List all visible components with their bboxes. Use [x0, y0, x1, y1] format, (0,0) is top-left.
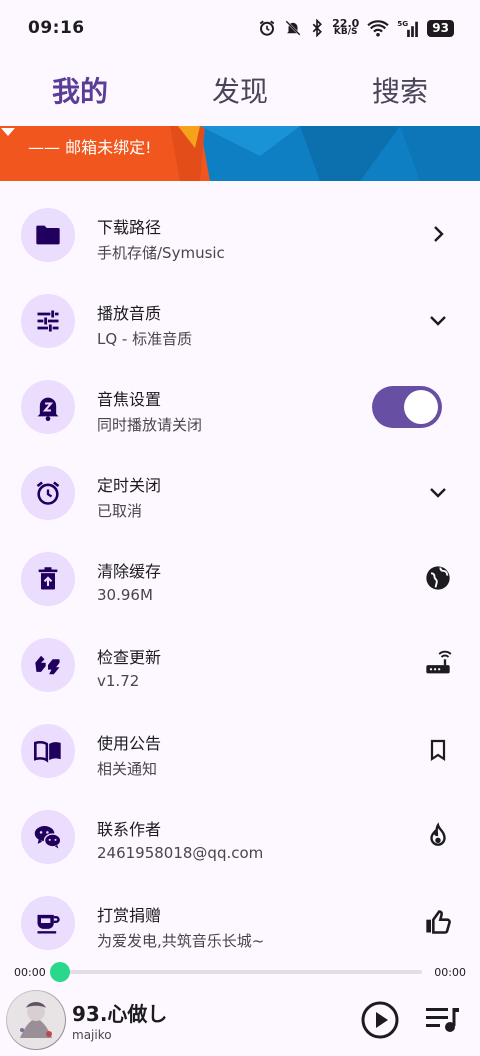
- setting-title: 清除缓存: [97, 562, 162, 581]
- setting-download-path[interactable]: 下载路径 手机存储/Symusic: [0, 190, 480, 276]
- setting-play-quality[interactable]: 播放音质 LQ - 标准音质: [0, 276, 480, 362]
- progress-thumb[interactable]: [50, 962, 70, 982]
- banner-text: —— 邮箱未绑定!: [28, 138, 152, 157]
- total-time: 00:00: [434, 966, 466, 979]
- thumb-up-icon: [426, 910, 451, 934]
- tab-mine[interactable]: 我的: [0, 62, 160, 118]
- setting-title: 检查更新: [97, 648, 162, 667]
- progress-track[interactable]: [58, 970, 422, 974]
- setting-contact-author[interactable]: 联系作者 2461958018@qq.com: [0, 792, 480, 878]
- bell-z-icon: [37, 397, 59, 421]
- delete-restore-icon: [38, 567, 58, 590]
- chevron-right-icon: [434, 226, 444, 242]
- play-icon[interactable]: [360, 1000, 400, 1040]
- setting-subtitle: 同时播放请关闭: [97, 416, 203, 434]
- folder-icon: [36, 225, 60, 245]
- icon-circle: [21, 380, 75, 434]
- wechat-icon: [34, 826, 62, 849]
- icon-circle: [21, 896, 75, 950]
- status-time: 09:16: [28, 18, 85, 38]
- book-icon: [34, 740, 61, 763]
- setting-donate[interactable]: 打赏捐赠 为爱发电,共筑音乐长城~: [0, 878, 480, 964]
- alarm-status-icon: [259, 20, 275, 36]
- svg-text:5G: 5G: [397, 19, 408, 28]
- icon-circle: [21, 466, 75, 520]
- current-time: 00:00: [14, 966, 46, 979]
- setting-subtitle: 2461958018@qq.com: [97, 844, 264, 862]
- setting-title: 打赏捐赠: [97, 906, 162, 925]
- album-art: [7, 991, 65, 1049]
- signal-icon: 5G: [397, 19, 419, 37]
- tab-search[interactable]: 搜索: [320, 62, 480, 118]
- net-speed: 22.0 KB/S: [332, 17, 360, 37]
- setting-title: 音焦设置: [97, 390, 162, 409]
- song-title: 93.心做し: [72, 1002, 168, 1026]
- icon-circle: [21, 208, 75, 262]
- setting-subtitle: 30.96M: [97, 586, 153, 604]
- coffee-icon: [37, 914, 60, 934]
- trailing[interactable]: [424, 478, 452, 506]
- icon-circle: [21, 638, 75, 692]
- top-tabs: 我的 发现 搜索: [0, 62, 480, 118]
- icon-circle: [21, 552, 75, 606]
- setting-subtitle: LQ - 标准音质: [97, 330, 193, 348]
- tab-discover[interactable]: 发现: [160, 62, 320, 118]
- router-icon: [426, 650, 452, 674]
- trailing[interactable]: [424, 908, 452, 936]
- icon-circle: [21, 724, 75, 778]
- battery-indicator: 93: [427, 19, 454, 37]
- dropdown-triangle-icon[interactable]: [0, 126, 16, 138]
- icon-circle: [21, 810, 75, 864]
- setting-subtitle: v1.72: [97, 672, 140, 690]
- setting-title: 下载路径: [97, 218, 162, 237]
- setting-subtitle: 已取消: [97, 502, 143, 520]
- audio-focus-toggle[interactable]: [372, 386, 442, 428]
- artist-name: majiko: [72, 1028, 112, 1042]
- tune-icon: [37, 310, 59, 332]
- album-cover[interactable]: [6, 990, 66, 1050]
- trailing[interactable]: [424, 564, 452, 592]
- playback-progress: 00:00 00:00: [0, 960, 480, 984]
- setting-subtitle: 相关通知: [97, 760, 158, 778]
- setting-title: 使用公告: [97, 734, 162, 753]
- setting-title: 定时关闭: [97, 476, 162, 495]
- trailing[interactable]: [424, 650, 452, 678]
- setting-subtitle: 为爱发电,共筑音乐长城~: [97, 932, 265, 950]
- chevron-down-icon: [430, 316, 446, 326]
- bluetooth-icon: [312, 19, 323, 37]
- status-bar: 09:16 22.0 KB/S 5G 93: [0, 0, 480, 56]
- setting-title: 播放音质: [97, 304, 162, 323]
- chevron-down-icon: [430, 488, 446, 498]
- bell-off-icon: [285, 20, 301, 36]
- setting-subtitle: 手机存储/Symusic: [97, 244, 225, 262]
- toggle-knob: [404, 390, 438, 424]
- quote-icon: [35, 655, 60, 675]
- alarm-icon: [36, 481, 60, 505]
- trailing[interactable]: [424, 220, 452, 248]
- fire-icon: [430, 822, 446, 846]
- trailing[interactable]: [424, 822, 452, 850]
- setting-clear-cache[interactable]: 清除缓存 30.96M: [0, 534, 480, 620]
- mini-player[interactable]: 93.心做し majiko: [0, 988, 480, 1056]
- setting-announcement[interactable]: 使用公告 相关通知: [0, 706, 480, 792]
- icon-circle: [21, 294, 75, 348]
- setting-sleep-timer[interactable]: 定时关闭 已取消: [0, 448, 480, 534]
- trailing[interactable]: [424, 736, 452, 764]
- playlist-icon[interactable]: [424, 1004, 460, 1036]
- setting-title: 联系作者: [97, 820, 162, 839]
- trailing[interactable]: [424, 306, 452, 334]
- bookmark-icon: [430, 739, 446, 762]
- setting-check-update[interactable]: 检查更新 v1.72: [0, 620, 480, 706]
- setting-audio-focus[interactable]: 音焦设置 同时播放请关闭: [0, 362, 480, 448]
- email-banner[interactable]: —— 邮箱未绑定!: [0, 126, 480, 181]
- status-icons: 22.0 KB/S 5G 93: [258, 17, 454, 37]
- settings-list: 下载路径 手机存储/Symusic 播放音质 LQ - 标准音质 音焦设置 同时…: [0, 190, 480, 964]
- globe-icon: [426, 566, 450, 590]
- wifi-icon: [367, 20, 389, 37]
